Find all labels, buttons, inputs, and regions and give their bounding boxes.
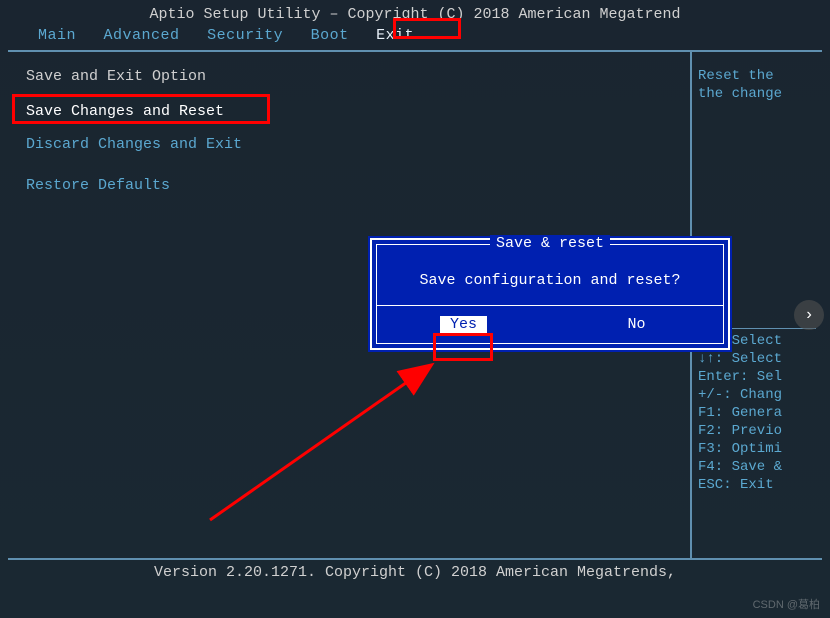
- help-key: ↓↑: Select: [698, 351, 816, 367]
- dialog-no-button[interactable]: No: [550, 316, 723, 333]
- menu-security[interactable]: Security: [207, 27, 283, 44]
- option-discard-changes-exit[interactable]: Discard Changes and Exit: [18, 132, 680, 157]
- menu-boot[interactable]: Boot: [311, 27, 349, 44]
- option-save-changes-reset[interactable]: Save Changes and Reset: [18, 99, 680, 124]
- bios-footer: Version 2.20.1271. Copyright (C) 2018 Am…: [8, 560, 822, 585]
- dialog-message: Save configuration and reset?: [377, 252, 723, 305]
- help-key: F4: Save &: [698, 459, 816, 475]
- section-header: Save and Exit Option: [18, 68, 680, 85]
- bios-title: Aptio Setup Utility – Copyright (C) 2018…: [8, 4, 822, 25]
- help-key: F1: Genera: [698, 405, 816, 421]
- dialog-title: Save & reset: [377, 235, 723, 252]
- help-key: F3: Optimi: [698, 441, 816, 457]
- option-restore-defaults[interactable]: Restore Defaults: [18, 173, 680, 198]
- help-key: ESC: Exit: [698, 477, 816, 493]
- nav-next-icon[interactable]: ›: [794, 300, 824, 330]
- menu-exit[interactable]: Exit: [376, 27, 414, 44]
- help-key: F2: Previo: [698, 423, 816, 439]
- dialog-yes-button[interactable]: Yes: [377, 316, 550, 333]
- confirm-dialog: Save & reset Save configuration and rese…: [370, 238, 730, 350]
- help-text: Reset the: [698, 68, 816, 84]
- menu-main[interactable]: Main: [38, 27, 76, 44]
- help-key: Enter: Sel: [698, 369, 816, 385]
- menu-advanced[interactable]: Advanced: [104, 27, 180, 44]
- watermark: CSDN @葛柏: [753, 596, 820, 612]
- help-text: the change: [698, 86, 816, 102]
- menu-bar: Main Advanced Security Boot Exit: [8, 25, 822, 50]
- help-key: +/-: Chang: [698, 387, 816, 403]
